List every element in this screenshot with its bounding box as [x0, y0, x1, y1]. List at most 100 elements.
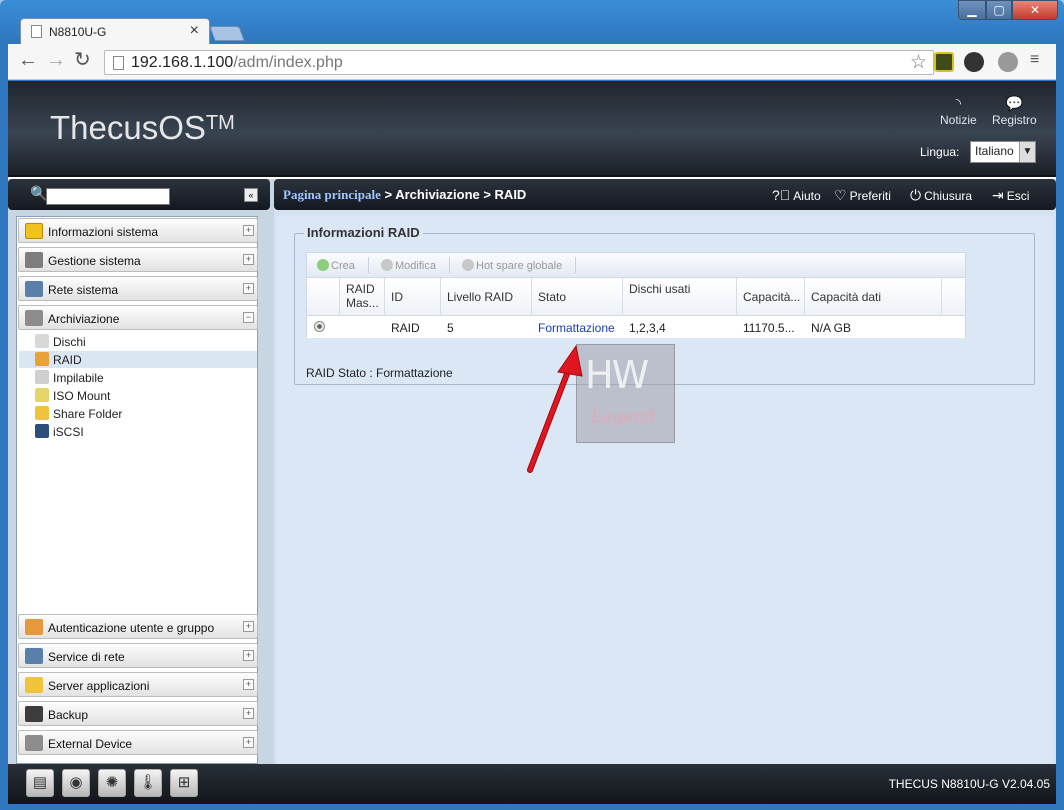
window-close-button[interactable]: ✕ — [1012, 0, 1058, 20]
iso-icon — [35, 388, 49, 402]
tab-strip: N8810U-G × ▁ ▢ ✕ — [0, 0, 1064, 44]
users-icon — [25, 619, 43, 635]
new-tab-button[interactable] — [209, 26, 245, 41]
col-raid-master[interactable]: RAID Mas... — [340, 278, 385, 316]
expand-icon[interactable]: + — [243, 679, 254, 690]
menu-autenticazione[interactable]: Autenticazione utente e gruppo + — [18, 614, 258, 639]
aiuto-link[interactable]: ?⃝ Aiuto — [772, 187, 821, 203]
hot-spare-button[interactable]: Hot spare globale — [462, 259, 562, 272]
exit-icon: ⇥ — [992, 187, 1004, 203]
sidebar-item-raid[interactable]: RAID — [19, 351, 257, 368]
expand-icon[interactable]: + — [243, 283, 254, 294]
cell-dischi: 1,2,3,4 — [629, 321, 666, 335]
menu-rete-sistema[interactable]: Rete sistema + — [18, 276, 258, 301]
backup-icon — [25, 706, 43, 722]
maximize-button[interactable]: ▢ — [986, 0, 1012, 20]
temperature-icon[interactable]: 🌡 — [134, 769, 162, 797]
expand-icon[interactable]: + — [243, 650, 254, 661]
col-stato[interactable]: Stato — [532, 278, 623, 316]
forward-icon[interactable]: → — [46, 50, 66, 70]
tab-close-icon[interactable]: × — [190, 22, 199, 40]
col-livello[interactable]: Livello RAID — [441, 278, 532, 316]
menu-icon[interactable]: ≡ — [1030, 50, 1039, 70]
cell-capacita: 11170.5... — [743, 321, 795, 335]
col-capacita[interactable]: Capacità... — [737, 278, 805, 316]
app-header: ThecusOSTM ◝ Notizie 💬 Registro Lingua: … — [8, 81, 1056, 177]
col-select — [307, 278, 340, 316]
hwlegend-watermark: HW Legend — [576, 344, 675, 443]
expand-icon[interactable]: + — [243, 225, 254, 236]
minimize-button[interactable]: ▁ — [958, 0, 986, 20]
gear-icon — [462, 259, 474, 271]
back-icon[interactable]: ← — [18, 50, 38, 70]
menu-informazioni-sistema[interactable]: Informazioni sistema + — [18, 218, 258, 243]
reload-icon[interactable]: ↻ — [74, 50, 91, 70]
extension-icon[interactable] — [998, 52, 1018, 72]
sidebar: 🔍 « Informazioni sistema + Gestione sist… — [8, 179, 274, 764]
language-select[interactable]: Italiano ▼ — [970, 141, 1036, 163]
cell-capacita-dati: N/A GB — [811, 321, 852, 335]
col-dischi-usati[interactable]: Dischi usati — [623, 278, 737, 316]
power-icon: ⏻ — [910, 187, 922, 203]
red-arrow-annotation — [527, 344, 583, 473]
grid-header: RAID Mas... ID Livello RAID Stato Dischi… — [307, 278, 965, 316]
address-bar[interactable]: 192.168.1.100/adm/index.php ☆ — [104, 50, 934, 75]
collapse-icon[interactable]: − — [243, 312, 254, 323]
cell-livello: 5 — [447, 321, 454, 335]
breadcrumb: Pagina principale > Archiviazione > RAID — [283, 187, 527, 202]
row-radio[interactable] — [314, 321, 325, 332]
network-status-icon[interactable]: ⊞ — [170, 769, 198, 797]
browser-toolbar: ← → ↻ 192.168.1.100/adm/index.php ☆ ≡ — [8, 44, 1056, 80]
menu-service-di-rete[interactable]: Service di rete + — [18, 643, 258, 668]
expand-icon[interactable]: + — [243, 708, 254, 719]
storage-icon — [25, 310, 43, 326]
sidebar-item-share-folder[interactable]: Share Folder — [19, 405, 257, 422]
external-device-icon — [25, 735, 43, 751]
search-icon: 🔍 — [30, 185, 48, 201]
disk-status-icon[interactable]: ◉ — [62, 769, 90, 797]
expand-icon[interactable]: + — [243, 737, 254, 748]
modifica-button[interactable]: Modifica — [381, 259, 436, 272]
col-id[interactable]: ID — [385, 278, 441, 316]
cell-stato: Formattazione — [538, 321, 615, 335]
add-icon — [317, 259, 329, 271]
search-input[interactable] — [46, 188, 170, 205]
lingua-label: Lingua: — [920, 145, 960, 159]
menu-backup[interactable]: Backup + — [18, 701, 258, 726]
web-page: ThecusOSTM ◝ Notizie 💬 Registro Lingua: … — [8, 81, 1056, 804]
rss-icon: ◝ — [955, 95, 962, 111]
registro-link[interactable]: 💬 Registro — [992, 95, 1037, 127]
menu-external-device[interactable]: External Device + — [18, 730, 258, 755]
crea-button[interactable]: Crea — [317, 259, 355, 272]
collapse-sidebar-icon[interactable]: « — [244, 188, 258, 202]
notizie-link[interactable]: ◝ Notizie — [940, 95, 977, 127]
table-row[interactable]: RAID 5 Formattazione 1,2,3,4 11170.5... … — [307, 317, 965, 338]
info-icon — [25, 223, 43, 239]
bookmark-star-icon[interactable]: ☆ — [910, 51, 927, 74]
raid-status-text: RAID Stato : Formattazione — [306, 366, 453, 380]
sidebar-menu: Informazioni sistema + Gestione sistema … — [16, 216, 258, 764]
preferiti-link[interactable]: ♡ Preferiti — [834, 187, 891, 204]
sidebar-item-iso-mount[interactable]: ISO Mount — [19, 387, 257, 404]
hdd-status-icon[interactable]: ▤ — [26, 769, 54, 797]
menu-gestione-sistema[interactable]: Gestione sistema + — [18, 247, 258, 272]
browser-window: N8810U-G × ▁ ▢ ✕ ← → ↻ 192.168.1.100/adm… — [0, 0, 1064, 810]
expand-icon[interactable]: + — [243, 254, 254, 265]
breadcrumb-home[interactable]: Pagina principale — [283, 187, 381, 202]
esci-link[interactable]: ⇥ Esci — [992, 187, 1029, 204]
browser-tab[interactable]: N8810U-G × — [20, 18, 210, 44]
extension-off-icon[interactable] — [964, 52, 984, 72]
col-capacita-dati[interactable]: Capacità dati — [805, 278, 942, 316]
extension-icon[interactable] — [934, 52, 954, 72]
speech-bubble-icon: 💬 — [1005, 95, 1024, 111]
sidebar-item-impilabile[interactable]: Impilabile — [19, 369, 257, 386]
expand-icon[interactable]: + — [243, 621, 254, 632]
app-folder-icon — [25, 677, 43, 693]
sidebar-item-dischi[interactable]: Dischi — [19, 333, 257, 350]
chiusura-link[interactable]: ⏻ Chiusura — [910, 187, 972, 204]
raid-grid: Crea Modifica Hot spare globale RAID Mas… — [306, 252, 966, 338]
menu-archiviazione[interactable]: Archiviazione − — [18, 305, 258, 330]
fan-status-icon[interactable]: ✺ — [98, 769, 126, 797]
sidebar-item-iscsi[interactable]: iSCSI — [19, 423, 257, 440]
menu-server-applicazioni[interactable]: Server applicazioni + — [18, 672, 258, 697]
